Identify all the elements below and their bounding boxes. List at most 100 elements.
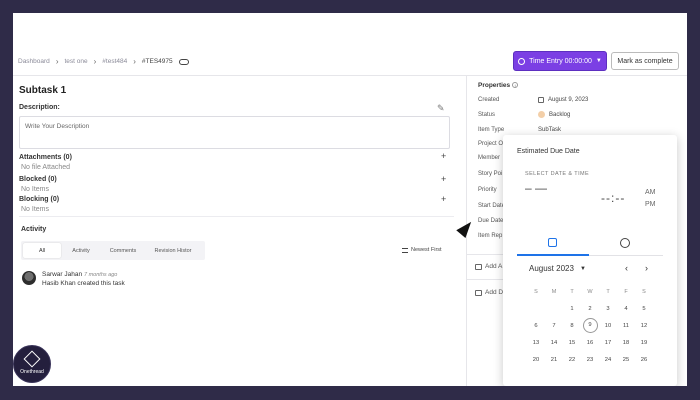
weekday-label: M (551, 288, 557, 295)
caret-down-icon: ▼ (579, 265, 586, 272)
prop-label-start-date[interactable]: Start Date (478, 203, 505, 209)
blocked-title: Blocked (0) (19, 176, 57, 183)
am-option[interactable]: AM (645, 187, 656, 199)
tab-revision-history[interactable]: Revision Histor (145, 243, 201, 258)
day-cell[interactable]: 19 (635, 340, 653, 346)
chevron-right-icon: › (93, 57, 97, 66)
breadcrumb: Dashboard › test one › #test484 › #TES49… (18, 57, 189, 66)
day-cell-today[interactable]: 9 (581, 318, 599, 333)
month-select[interactable]: August 2023 ▼ (529, 264, 586, 273)
sort-dropdown[interactable]: Newest First (402, 247, 442, 253)
week-row: 20 21 22 23 24 25 26 (527, 351, 653, 368)
day-cell[interactable]: 12 (635, 323, 653, 329)
properties-title-text: Properties (478, 82, 511, 89)
prop-label-created: Created (478, 97, 500, 103)
add-blocked-button[interactable]: + (441, 174, 446, 184)
add-divider (467, 279, 507, 280)
link-icon[interactable] (178, 58, 189, 65)
prop-label-item-repeat[interactable]: Item Rep (478, 233, 502, 239)
day-cell[interactable]: 3 (599, 306, 617, 312)
add-icon (475, 263, 482, 270)
prop-label-project-owner[interactable]: Project O (478, 141, 503, 147)
pm-option[interactable]: PM (645, 199, 656, 211)
day-cell[interactable]: 2 (581, 306, 599, 312)
status-value: Backlog (549, 111, 571, 118)
description-input[interactable]: Write Your Description (19, 116, 450, 149)
next-month-button[interactable]: › (645, 263, 648, 273)
day-cell[interactable]: 1 (563, 306, 581, 312)
day-cell[interactable]: 13 (527, 340, 545, 346)
add-icon (475, 289, 482, 296)
mouse-cursor-icon (456, 218, 476, 238)
tab-activity[interactable]: Activity (61, 243, 101, 258)
activity-time: 7 months ago (84, 272, 118, 278)
mark-complete-button[interactable]: Mark as complete (611, 52, 679, 70)
breadcrumb-current-task: #TES4975 (141, 58, 173, 65)
attachments-empty: No file Attached (21, 164, 71, 171)
avatar (22, 271, 36, 285)
prop-label-priority[interactable]: Priority (478, 187, 497, 193)
picker-subtitle: SELECT DATE & TIME (525, 171, 590, 177)
day-cell[interactable]: 10 (599, 323, 617, 329)
breadcrumb-parent-task[interactable]: #test484 (102, 58, 127, 65)
month-label: August 2023 (529, 264, 574, 273)
prop-label-story-points[interactable]: Story Poi (478, 171, 502, 177)
ampm-toggle[interactable]: AM PM (645, 187, 656, 211)
day-cell[interactable]: 24 (599, 357, 617, 363)
day-cell[interactable]: 16 (581, 340, 599, 346)
properties-title: Properties i (478, 82, 519, 89)
logo-text: Onethread (20, 369, 44, 375)
info-icon[interactable]: i (512, 82, 519, 89)
weekday-label: W (587, 288, 593, 295)
prop-label-due-date[interactable]: Due Date (478, 218, 503, 224)
onethread-logo: Onethread (13, 345, 51, 383)
day-cell[interactable]: 23 (581, 357, 599, 363)
day-cell[interactable]: 20 (527, 357, 545, 363)
prop-value-status[interactable]: Backlog (538, 111, 570, 118)
day-cell[interactable]: 7 (545, 323, 563, 329)
pencil-icon[interactable]: ✎ (437, 103, 445, 114)
attachments-title: Attachments (0) (19, 154, 72, 161)
status-dot-icon (538, 111, 545, 118)
picker-date-field[interactable]: – — (525, 182, 547, 194)
caret-down-icon: ▼ (595, 58, 602, 64)
time-entry-button[interactable]: Time Entry 00:00:00 ▼ (513, 51, 607, 71)
day-cell[interactable]: 18 (617, 340, 635, 346)
weekday-label: T (570, 288, 574, 295)
day-cell[interactable]: 4 (617, 306, 635, 312)
day-cell[interactable]: 25 (617, 357, 635, 363)
clock-tab-icon[interactable] (620, 238, 630, 248)
blocking-title: Blocking (0) (19, 196, 60, 203)
add-row-1[interactable]: Add A (475, 263, 502, 270)
add-attachment-button[interactable]: + (441, 151, 446, 161)
prev-month-button[interactable]: ‹ (625, 263, 628, 273)
weekday-label: F (624, 288, 628, 295)
add-row-2[interactable]: Add D (475, 289, 503, 296)
day-cell[interactable]: 22 (563, 357, 581, 363)
breadcrumb-project[interactable]: test one (64, 58, 87, 65)
day-cell[interactable]: 26 (635, 357, 653, 363)
breadcrumb-dashboard[interactable]: Dashboard (18, 58, 50, 65)
day-cell[interactable]: 15 (563, 340, 581, 346)
day-cell[interactable]: 8 (563, 323, 581, 329)
activity-title: Activity (21, 226, 47, 233)
picker-time-field[interactable]: --:-- (601, 191, 625, 205)
prop-label-status: Status (478, 112, 496, 118)
day-cell[interactable]: 14 (545, 340, 563, 346)
section-divider (19, 216, 454, 217)
day-cell[interactable]: 6 (527, 323, 545, 329)
prop-label-member[interactable]: Member (478, 155, 500, 161)
sort-icon (402, 247, 408, 253)
day-cell[interactable]: 21 (545, 357, 563, 363)
header-divider (13, 75, 687, 76)
weekday-label: S (534, 288, 538, 295)
tab-all[interactable]: All (23, 243, 61, 258)
day-cell[interactable]: 17 (599, 340, 617, 346)
prop-label-item-type: Item Type (478, 127, 505, 133)
add-blocking-button[interactable]: + (441, 194, 446, 204)
weekday-row: S M T W T F S (527, 283, 653, 300)
tab-comments[interactable]: Comments (101, 243, 145, 258)
day-cell[interactable]: 5 (635, 306, 653, 312)
calendar-tab-icon[interactable] (548, 238, 557, 247)
day-cell[interactable]: 11 (617, 323, 635, 329)
